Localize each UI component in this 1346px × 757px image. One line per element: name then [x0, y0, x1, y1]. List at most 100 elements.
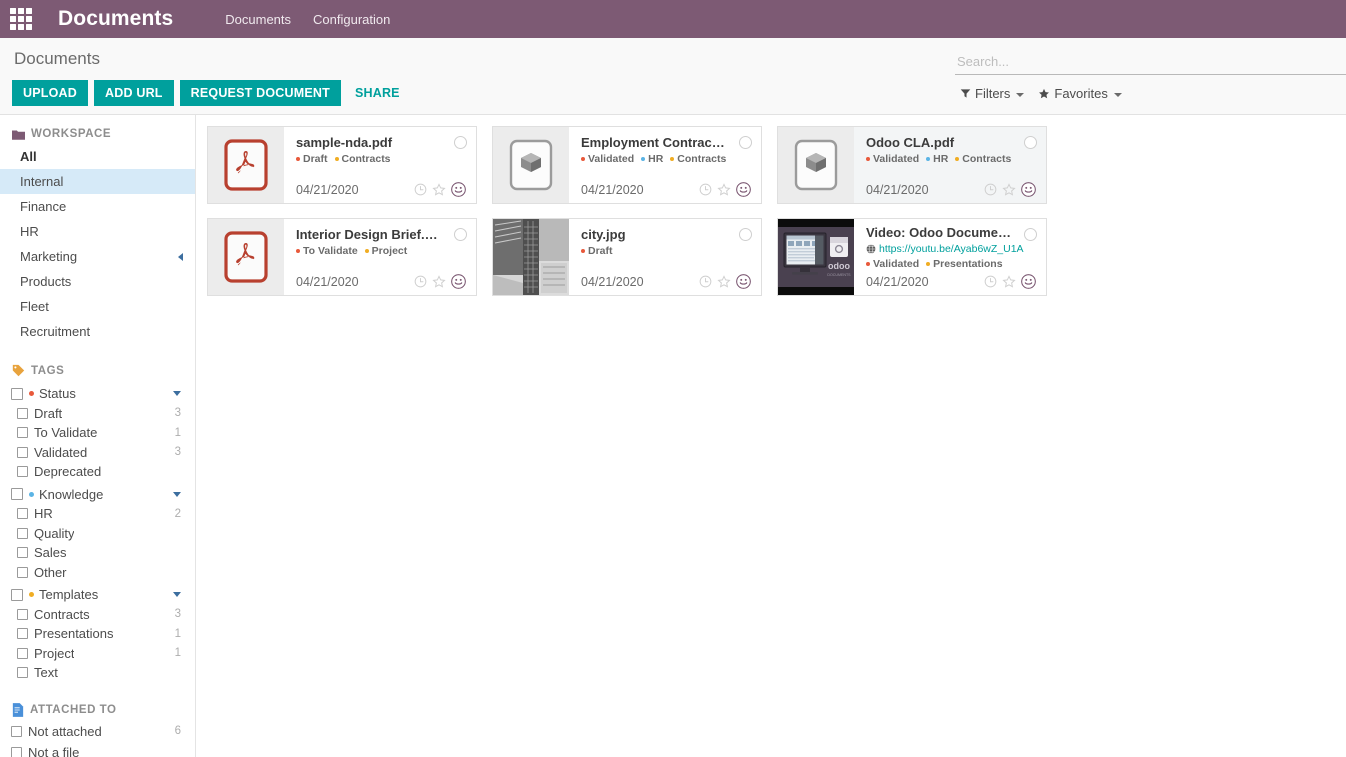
chevron-left-icon[interactable] [178, 252, 183, 261]
upload-button[interactable]: UPLOAD [12, 80, 88, 106]
card-thumbnail[interactable] [493, 127, 569, 203]
card-tag: Draft [296, 153, 328, 165]
tag-checkbox[interactable] [17, 566, 28, 578]
tag-item-hr[interactable]: HR 2 [0, 504, 195, 524]
star-icon[interactable] [432, 274, 446, 289]
tag-checkbox[interactable] [17, 547, 28, 559]
tag-checkbox[interactable] [17, 427, 28, 439]
tag-item-to-validate[interactable]: To Validate 1 [0, 423, 195, 443]
card-title: Interior Design Brief.pdf [296, 227, 445, 242]
document-card[interactable]: Interior Design Brief.pdf To Validate Pr… [207, 218, 477, 296]
star-icon[interactable] [432, 182, 446, 197]
tag-item-contracts[interactable]: Contracts 3 [0, 605, 195, 625]
tag-item-quality[interactable]: Quality [0, 524, 195, 544]
card-thumbnail[interactable] [208, 127, 284, 203]
card-tag: HR [641, 153, 663, 165]
tag-item-sales[interactable]: Sales [0, 543, 195, 563]
chevron-down-icon[interactable] [173, 491, 181, 497]
clock-icon[interactable] [414, 183, 427, 196]
search-input[interactable] [955, 51, 1346, 75]
tag-checkbox[interactable] [11, 725, 22, 737]
share-button[interactable]: SHARE [347, 86, 408, 100]
sidebar-item-marketing[interactable]: Marketing [0, 244, 195, 269]
favorites-dropdown[interactable]: Favorites [1038, 86, 1122, 101]
tag-group-header[interactable]: Status [0, 384, 195, 404]
avatar-smiley-icon[interactable] [1021, 274, 1036, 289]
nav-item-documents[interactable]: Documents [225, 12, 291, 27]
clock-icon[interactable] [699, 275, 712, 288]
sidebar-item-finance[interactable]: Finance [0, 194, 195, 219]
tag-item-draft[interactable]: Draft 3 [0, 404, 195, 424]
tag-checkbox[interactable] [17, 608, 28, 620]
workspace-list: All Internal Finance HR Marketing Produc… [0, 144, 195, 344]
tag-checkbox[interactable] [17, 628, 28, 640]
tag-checkbox[interactable] [17, 527, 28, 539]
tag-checkbox[interactable] [17, 466, 28, 478]
chevron-down-icon[interactable] [173, 391, 181, 397]
card-select-circle[interactable] [1024, 136, 1037, 149]
tags-heading: TAGS [31, 364, 65, 377]
card-url[interactable]: https://youtu.be/Ayab6wZ_U1A [866, 243, 1036, 255]
card-select-circle[interactable] [1024, 228, 1037, 241]
tag-group-checkbox[interactable] [11, 488, 23, 501]
tag-checkbox[interactable] [17, 667, 28, 679]
avatar-smiley-icon[interactable] [1021, 182, 1036, 197]
sidebar-item-internal[interactable]: Internal [0, 169, 195, 194]
document-card[interactable]: city.jpg Draft 04/21/2020 [492, 218, 762, 296]
add-url-button[interactable]: ADD URL [93, 80, 174, 106]
card-select-circle[interactable] [454, 136, 467, 149]
sidebar-item-recruitment[interactable]: Recruitment [0, 319, 195, 344]
nav-item-configuration[interactable]: Configuration [313, 12, 390, 27]
tag-item-project[interactable]: Project 1 [0, 644, 195, 664]
tag-checkbox[interactable] [17, 446, 28, 458]
card-select-circle[interactable] [454, 228, 467, 241]
tag-group-header[interactable]: Templates [0, 585, 195, 605]
avatar-smiley-icon[interactable] [451, 182, 466, 197]
tag-item-other[interactable]: Other [0, 563, 195, 583]
star-icon[interactable] [717, 274, 731, 289]
star-icon[interactable] [717, 182, 731, 197]
sidebar-item-products[interactable]: Products [0, 269, 195, 294]
tag-checkbox[interactable] [11, 746, 22, 757]
card-thumbnail[interactable] [493, 219, 569, 295]
sidebar-item-all[interactable]: All [0, 144, 195, 169]
card-thumbnail[interactable] [778, 127, 854, 203]
avatar-smiley-icon[interactable] [736, 182, 751, 197]
tag-checkbox[interactable] [17, 647, 28, 659]
sidebar-item-fleet[interactable]: Fleet [0, 294, 195, 319]
document-card[interactable]: Odoo CLA.pdf Validated HR Contracts 04/2… [777, 126, 1047, 204]
clock-icon[interactable] [414, 275, 427, 288]
avatar-smiley-icon[interactable] [736, 274, 751, 289]
card-thumbnail[interactable]: odoo DOCUMENTS [778, 219, 854, 295]
attached-item-not-a-file[interactable]: Not a file [0, 742, 195, 757]
attached-item-not-attached[interactable]: Not attached 6 [0, 721, 195, 742]
tag-group-checkbox[interactable] [11, 588, 23, 601]
tag-item-deprecated[interactable]: Deprecated [0, 462, 195, 482]
tag-checkbox[interactable] [17, 508, 28, 520]
svg-text:odoo: odoo [828, 261, 850, 271]
tag-checkbox[interactable] [17, 407, 28, 419]
apps-grid-icon[interactable] [10, 8, 32, 30]
tag-group-header[interactable]: Knowledge [0, 485, 195, 505]
document-card[interactable]: Employment Contract.pdf Validated HR Con… [492, 126, 762, 204]
clock-icon[interactable] [984, 275, 997, 288]
card-select-circle[interactable] [739, 228, 752, 241]
tag-group-checkbox[interactable] [11, 387, 23, 400]
document-card[interactable]: sample-nda.pdf Draft Contracts 04/21/202… [207, 126, 477, 204]
filters-dropdown[interactable]: Filters [960, 86, 1025, 101]
sidebar-item-hr[interactable]: HR [0, 219, 195, 244]
clock-icon[interactable] [699, 183, 712, 196]
star-icon[interactable] [1002, 182, 1016, 197]
star-icon[interactable] [1002, 274, 1016, 289]
tag-item-text[interactable]: Text [0, 663, 195, 683]
card-select-circle[interactable] [739, 136, 752, 149]
avatar-smiley-icon[interactable] [451, 274, 466, 289]
chevron-down-icon[interactable] [173, 592, 181, 598]
card-thumbnail[interactable] [208, 219, 284, 295]
request-document-button[interactable]: REQUEST DOCUMENT [179, 80, 341, 106]
tag-item-presentations[interactable]: Presentations 1 [0, 624, 195, 644]
tag-item-validated[interactable]: Validated 3 [0, 443, 195, 463]
favorites-label: Favorites [1054, 86, 1108, 101]
document-card[interactable]: odoo DOCUMENTS Video: Odoo Documents htt… [777, 218, 1047, 296]
clock-icon[interactable] [984, 183, 997, 196]
